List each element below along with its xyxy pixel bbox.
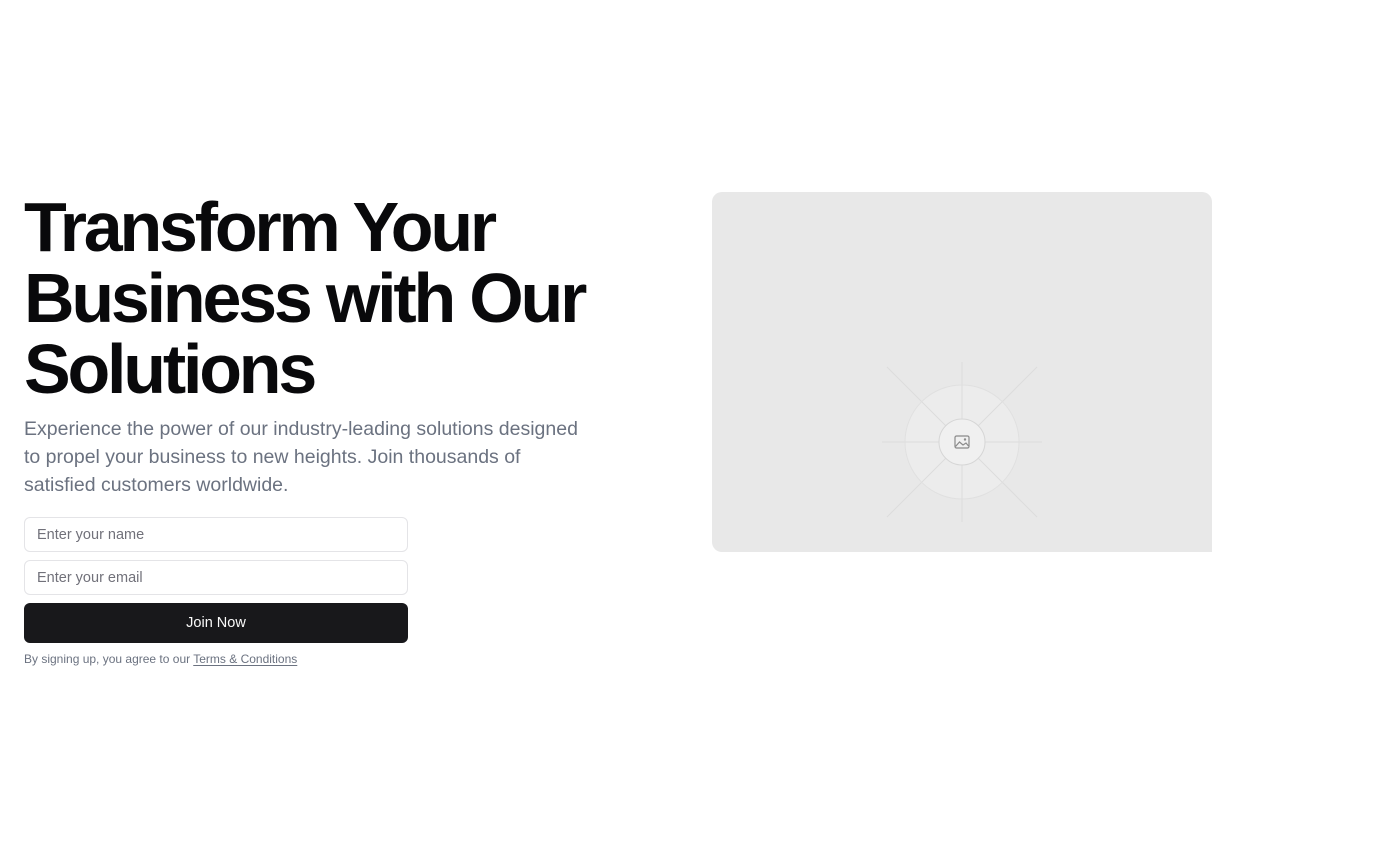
hero-subtext: Experience the power of our industry-lea…	[24, 418, 578, 496]
landing-page: Transform Your Business with Our Solutio…	[0, 0, 1376, 858]
placeholder-graphic	[882, 362, 1042, 522]
name-input[interactable]	[24, 517, 408, 552]
hero-image-placeholder	[712, 192, 1212, 552]
legal-prefix: By signing up, you agree to our	[24, 652, 194, 666]
headline-line-2: Business with Our	[24, 259, 587, 337]
headline-line-1: Transform Your	[24, 188, 497, 266]
headline-line-3: Solutions	[24, 330, 317, 408]
signup-form: Join Now By signing up, you agree to our…	[24, 517, 408, 666]
hero-section: Transform Your Business with Our Solutio…	[24, 192, 644, 666]
email-input[interactable]	[24, 560, 408, 595]
legal-notice: By signing up, you agree to our Terms & …	[24, 652, 408, 666]
terms-link[interactable]: Terms & Conditions	[193, 652, 297, 666]
hero-headline: Transform Your Business with Our Solutio…	[24, 192, 644, 405]
join-now-button[interactable]: Join Now	[24, 603, 408, 643]
